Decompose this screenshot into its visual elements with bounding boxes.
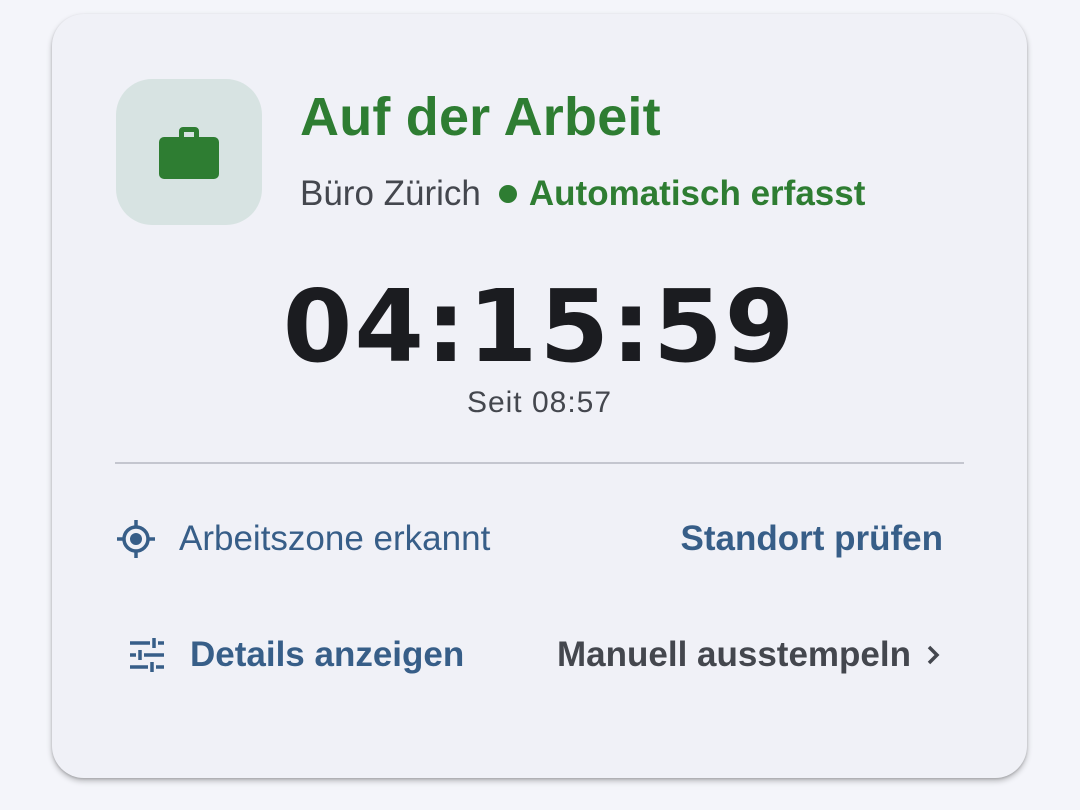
clock-out-label: Manuell ausstempeln (557, 635, 911, 674)
location-label: Büro Zürich (300, 174, 481, 213)
zone-status: Arbeitszone erkannt (115, 518, 490, 560)
zone-row: Arbeitszone erkannt Standort prüfen (115, 514, 943, 564)
show-details-button[interactable]: Details anzeigen (128, 635, 464, 675)
status-subline: Büro Zürich Automatisch erfasst (300, 172, 865, 216)
zone-label: Arbeitszone erkannt (179, 519, 491, 558)
start-time-label: Seit 08:57 (466, 386, 613, 419)
status-card: Auf der Arbeit Büro Zürich Automatisch e… (52, 14, 1027, 778)
chevron-right-icon (927, 645, 940, 665)
elapsed-timer: 04:15:59 (282, 268, 797, 385)
details-label: Details anzeigen (190, 635, 465, 674)
actions-row: Details anzeigen Manuell ausstempeln (128, 630, 943, 680)
manual-clock-out-button[interactable]: Manuell ausstempeln (557, 635, 943, 675)
status-icon-container (116, 79, 262, 225)
status-title: Auf der Arbeit (300, 87, 661, 147)
gps-target-icon (117, 520, 155, 558)
status-dot (498, 185, 517, 203)
check-location-button[interactable]: Standort prüfen (681, 519, 943, 559)
tracking-mode-label: Automatisch erfasst (528, 174, 866, 213)
divider (115, 462, 964, 464)
briefcase-icon (159, 127, 219, 179)
tune-icon (130, 638, 164, 672)
